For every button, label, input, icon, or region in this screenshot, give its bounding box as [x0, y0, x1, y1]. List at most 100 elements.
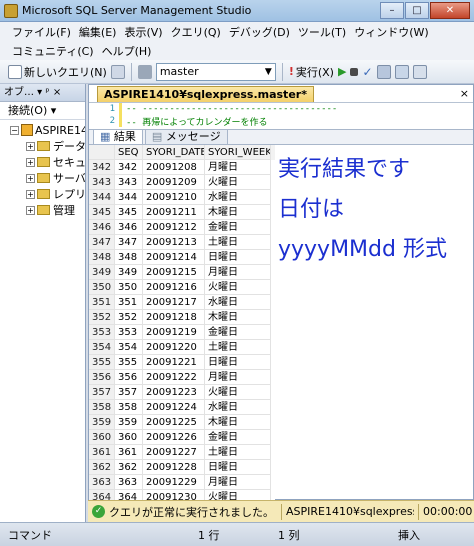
grid-results-icon[interactable] [376, 64, 391, 79]
seq-cell[interactable]: 350 [115, 280, 143, 295]
table-row[interactable]: 342 342 20091208 月曜日 [89, 160, 275, 175]
syori-week-cell[interactable]: 木曜日 [205, 415, 271, 430]
table-row[interactable]: 347 347 20091213 土曜日 [89, 235, 275, 250]
syori-date-cell[interactable]: 20091221 [143, 355, 205, 370]
syori-date-cell[interactable]: 20091208 [143, 160, 205, 175]
table-row[interactable]: 351 351 20091217 水曜日 [89, 295, 275, 310]
seq-cell[interactable]: 342 [115, 160, 143, 175]
syori-week-cell[interactable]: 水曜日 [205, 400, 271, 415]
syori-date-cell[interactable]: 20091214 [143, 250, 205, 265]
close-button[interactable]: ✕ [430, 2, 470, 19]
row-number-cell[interactable]: 363 [89, 475, 115, 490]
syori-date-cell[interactable]: 20091213 [143, 235, 205, 250]
seq-cell[interactable]: 354 [115, 340, 143, 355]
syori-week-cell[interactable]: 金曜日 [205, 430, 271, 445]
syori-date-cell[interactable]: 20091229 [143, 475, 205, 490]
seq-cell[interactable]: 357 [115, 385, 143, 400]
database-select[interactable]: master ▼ [155, 62, 276, 81]
syori-date-cell[interactable]: 20091227 [143, 445, 205, 460]
row-number-cell[interactable]: 344 [89, 190, 115, 205]
syori-date-cell[interactable]: 20091210 [143, 190, 205, 205]
syori-week-cell[interactable]: 水曜日 [205, 295, 271, 310]
menu-query[interactable]: クエリ(Q) [171, 24, 221, 40]
table-row[interactable]: 363 363 20091229 月曜日 [89, 475, 275, 490]
syori-week-cell[interactable]: 月曜日 [205, 370, 271, 385]
table-row[interactable]: 343 343 20091209 火曜日 [89, 175, 275, 190]
results-grid[interactable]: SEQ SYORI_DATE SYORI_WEEK 342 342 20091208 月曜日… [89, 145, 275, 501]
tree-folder-node[interactable]: + レプリ [0, 186, 85, 202]
syori-week-cell[interactable]: 金曜日 [205, 325, 271, 340]
syori-week-cell[interactable]: 月曜日 [205, 265, 271, 280]
row-number-cell[interactable]: 352 [89, 310, 115, 325]
table-row[interactable]: 359 359 20091225 木曜日 [89, 415, 275, 430]
syori-date-cell[interactable]: 20091226 [143, 430, 205, 445]
seq-cell[interactable]: 356 [115, 370, 143, 385]
syori-week-cell[interactable]: 木曜日 [205, 205, 271, 220]
table-row[interactable]: 350 350 20091216 火曜日 [89, 280, 275, 295]
tree-server-node[interactable]: − ASPIRE1410 [0, 122, 85, 138]
column-header[interactable] [89, 145, 115, 160]
syori-date-cell[interactable]: 20091215 [143, 265, 205, 280]
seq-cell[interactable]: 344 [115, 190, 143, 205]
row-number-cell[interactable]: 345 [89, 205, 115, 220]
tree-folder-node[interactable]: + データ [0, 138, 85, 154]
row-number-cell[interactable]: 346 [89, 220, 115, 235]
syori-date-cell[interactable]: 20091209 [143, 175, 205, 190]
document-tab[interactable]: ASPIRE1410¥sqlexpress.master* [97, 86, 314, 102]
syori-week-cell[interactable]: 金曜日 [205, 220, 271, 235]
row-number-cell[interactable]: 349 [89, 265, 115, 280]
row-number-cell[interactable]: 350 [89, 280, 115, 295]
seq-cell[interactable]: 349 [115, 265, 143, 280]
column-header[interactable]: SYORI_WEEK [205, 145, 271, 160]
table-row[interactable]: 344 344 20091210 水曜日 [89, 190, 275, 205]
syori-week-cell[interactable]: 土曜日 [205, 340, 271, 355]
table-row[interactable]: 361 361 20091227 土曜日 [89, 445, 275, 460]
syori-week-cell[interactable]: 土曜日 [205, 445, 271, 460]
syori-week-cell[interactable]: 水曜日 [205, 190, 271, 205]
new-file-icon[interactable] [110, 64, 125, 79]
syori-date-cell[interactable]: 20091219 [143, 325, 205, 340]
column-header[interactable]: SYORI_DATE [143, 145, 205, 160]
seq-cell[interactable]: 351 [115, 295, 143, 310]
new-query-button[interactable]: 新しいクエリ(N) [8, 64, 107, 80]
syori-date-cell[interactable]: 20091216 [143, 280, 205, 295]
row-number-cell[interactable]: 354 [89, 340, 115, 355]
syori-date-cell[interactable]: 20091223 [143, 385, 205, 400]
column-header[interactable]: SEQ [115, 145, 143, 160]
execute-button[interactable]: ! 実行(X) [289, 64, 334, 80]
seq-cell[interactable]: 355 [115, 355, 143, 370]
row-number-cell[interactable]: 362 [89, 460, 115, 475]
table-row[interactable]: 362 362 20091228 日曜日 [89, 460, 275, 475]
table-row[interactable]: 348 348 20091214 日曜日 [89, 250, 275, 265]
syori-date-cell[interactable]: 20091224 [143, 400, 205, 415]
tree-folder-node[interactable]: + サーバ [0, 170, 85, 186]
syori-week-cell[interactable]: 土曜日 [205, 235, 271, 250]
syori-date-cell[interactable]: 20091218 [143, 310, 205, 325]
menu-help[interactable]: ヘルプ(H) [102, 43, 152, 59]
table-row[interactable]: 349 349 20091215 月曜日 [89, 265, 275, 280]
expand-icon[interactable]: + [26, 157, 35, 167]
table-row[interactable]: 346 346 20091212 金曜日 [89, 220, 275, 235]
row-number-cell[interactable]: 353 [89, 325, 115, 340]
row-number-cell[interactable]: 342 [89, 160, 115, 175]
menu-file[interactable]: ファイル(F) [12, 24, 71, 40]
seq-cell[interactable]: 358 [115, 400, 143, 415]
row-number-cell[interactable]: 351 [89, 295, 115, 310]
table-row[interactable]: 355 355 20091221 日曜日 [89, 355, 275, 370]
table-row[interactable]: 356 356 20091222 月曜日 [89, 370, 275, 385]
table-row[interactable]: 352 352 20091218 木曜日 [89, 310, 275, 325]
maximize-button[interactable]: □ [405, 2, 429, 19]
row-number-cell[interactable]: 358 [89, 400, 115, 415]
table-row[interactable]: 354 354 20091220 土曜日 [89, 340, 275, 355]
syori-week-cell[interactable]: 火曜日 [205, 280, 271, 295]
seq-cell[interactable]: 352 [115, 310, 143, 325]
row-number-cell[interactable]: 357 [89, 385, 115, 400]
row-number-cell[interactable]: 360 [89, 430, 115, 445]
syori-week-cell[interactable]: 火曜日 [205, 385, 271, 400]
syori-week-cell[interactable]: 木曜日 [205, 310, 271, 325]
file-results-icon[interactable] [412, 64, 427, 79]
expand-icon[interactable]: + [26, 205, 35, 215]
syori-week-cell[interactable]: 火曜日 [205, 175, 271, 190]
row-number-cell[interactable]: 347 [89, 235, 115, 250]
syori-date-cell[interactable]: 20091225 [143, 415, 205, 430]
